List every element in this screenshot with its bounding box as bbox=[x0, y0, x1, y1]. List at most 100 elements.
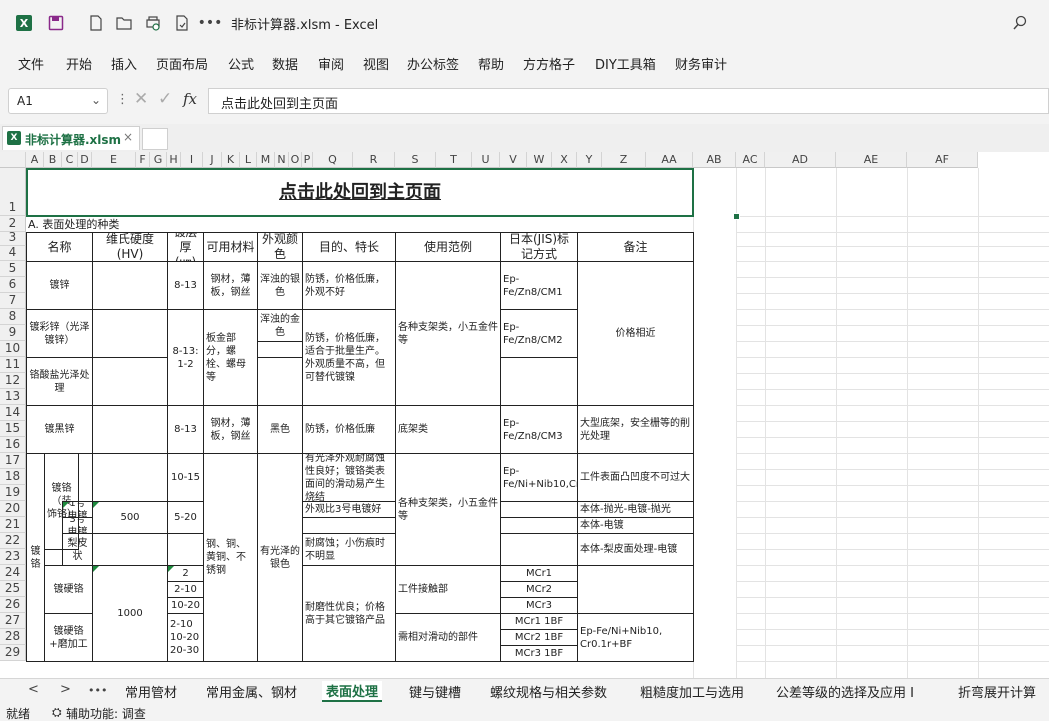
document-check-icon[interactable] bbox=[172, 13, 192, 33]
sheet-tab[interactable]: 公差等级的选择及应用 I bbox=[776, 682, 914, 701]
workbook-tab[interactable]: X 非标计算器.xlsm × bbox=[2, 126, 140, 150]
row-colorzinc-hardness[interactable] bbox=[92, 309, 168, 358]
header-color[interactable]: 外观颜色 bbox=[257, 232, 303, 262]
menu-page-layout[interactable]: 页面布局 bbox=[156, 54, 208, 73]
row-colorzinc-color-blank[interactable] bbox=[257, 341, 303, 358]
hardchrome-name[interactable]: 镀硬铬 bbox=[44, 565, 93, 614]
chrome-thick-blank[interactable] bbox=[167, 533, 204, 566]
row-header[interactable]: 12 bbox=[0, 373, 26, 389]
row-chromate-color[interactable] bbox=[257, 357, 303, 406]
hardchrome-hardness[interactable]: 1000 bbox=[92, 565, 168, 662]
hardgrind-remark[interactable]: Ep-Fe/Ni+Nib10, Cr0.1r+BF bbox=[577, 613, 694, 662]
column-header[interactable]: AE bbox=[836, 152, 907, 168]
accessibility-icon[interactable]: ⛭ bbox=[52, 705, 62, 720]
column-header[interactable]: A bbox=[26, 152, 44, 168]
chrome-color[interactable]: 有光泽的银色 bbox=[257, 453, 303, 662]
sheet-tab-active[interactable]: 表面处理 bbox=[322, 681, 383, 702]
menu-help[interactable]: 帮助 bbox=[478, 54, 504, 73]
row-blackzinc-thickness[interactable]: 8-13 bbox=[167, 405, 204, 454]
hardgrind-thick[interactable]: 2-10 10-20 20-30 bbox=[167, 613, 204, 662]
row-header[interactable]: 17 bbox=[0, 453, 26, 469]
column-header[interactable]: E bbox=[92, 152, 136, 168]
row-zinc-material[interactable]: 钢材，薄板，钢丝 bbox=[203, 261, 258, 310]
row-zinc-hardness[interactable] bbox=[92, 261, 168, 310]
column-header[interactable]: C bbox=[62, 152, 78, 168]
chrome-pear-label[interactable]: 梨皮状 bbox=[62, 533, 93, 566]
print-preview-icon[interactable] bbox=[143, 13, 163, 33]
column-header[interactable]: AD bbox=[765, 152, 836, 168]
chrome-material[interactable]: 钢、铜、黄铜、不锈钢 bbox=[203, 453, 258, 662]
row-header[interactable]: 19 bbox=[0, 485, 26, 501]
column-header[interactable]: D bbox=[78, 152, 92, 168]
column-header[interactable]: B bbox=[44, 152, 62, 168]
header-jis[interactable]: 日本(JIS)标记方式 bbox=[500, 232, 578, 262]
row-colorzinc-jis[interactable]: Ep-Fe/Zn8/CM2 bbox=[500, 309, 578, 358]
insert-function-icon[interactable]: fx bbox=[183, 90, 197, 108]
column-header[interactable]: Z bbox=[602, 152, 646, 168]
row-blackzinc-jis[interactable]: Ep-Fe/Zn8/CM3 bbox=[500, 405, 578, 454]
chrome-purpose-1[interactable]: 有光泽外观耐腐蚀性良好；镀铬类表面间的滑动易产生烧结 bbox=[302, 453, 396, 502]
header-material[interactable]: 可用材料 bbox=[203, 232, 258, 262]
chrome-jis-blank1[interactable] bbox=[500, 501, 578, 518]
more-sheets-button[interactable]: ••• bbox=[88, 684, 107, 697]
close-tab-icon[interactable]: × bbox=[123, 130, 133, 144]
comment-indicator-icon[interactable] bbox=[63, 502, 69, 508]
column-header[interactable]: O bbox=[289, 152, 302, 168]
hardchrome-usage[interactable]: 工件接触部 bbox=[395, 565, 501, 614]
chrome-no3-label[interactable]: 3号电镀 bbox=[62, 517, 93, 534]
row-header[interactable]: 11 bbox=[0, 357, 26, 373]
open-folder-icon[interactable] bbox=[114, 13, 134, 33]
row-zinc-thickness[interactable]: 8-13 bbox=[167, 261, 204, 310]
row-header[interactable]: 22 bbox=[0, 533, 26, 549]
menu-home[interactable]: 开始 bbox=[66, 54, 92, 73]
hardgrind-jis-3[interactable]: MCr3 1BF bbox=[500, 645, 578, 662]
sheet-tab[interactable]: 折弯展开计算 bbox=[958, 682, 1036, 701]
hardchrome-thick-3[interactable]: 10-20 bbox=[167, 597, 204, 614]
menu-finance-audit[interactable]: 财务审计 bbox=[675, 54, 727, 73]
select-all-corner[interactable] bbox=[0, 152, 26, 168]
chrome-jis-blank2[interactable] bbox=[500, 517, 578, 534]
menu-diy-toolbox[interactable]: DIY工具箱 bbox=[595, 54, 656, 73]
chrome-remark-4[interactable]: 本体-梨皮面处理-电镀 bbox=[577, 533, 694, 566]
hardgrind-jis-1[interactable]: MCr1 1BF bbox=[500, 613, 578, 630]
row-header[interactable]: 13 bbox=[0, 389, 26, 405]
column-header[interactable]: AC bbox=[736, 152, 765, 168]
column-header[interactable]: AF bbox=[907, 152, 978, 168]
hardchrome-remark[interactable] bbox=[577, 565, 694, 614]
sheet-tab[interactable]: 螺纹规格与相关参数 bbox=[490, 682, 607, 701]
row-zinc-color[interactable]: 浑浊的银色 bbox=[257, 261, 303, 310]
row-header[interactable]: 10 bbox=[0, 341, 26, 357]
chrome-jis-blank3[interactable] bbox=[500, 533, 578, 566]
sheet-tab[interactable]: 键与键槽 bbox=[409, 682, 461, 701]
row-header[interactable]: 25 bbox=[0, 581, 26, 597]
column-header[interactable]: W bbox=[527, 152, 552, 168]
row-chromate-hardness[interactable] bbox=[92, 357, 168, 406]
sheet-tab[interactable]: 粗糙度加工与选用 bbox=[640, 682, 744, 701]
menu-view[interactable]: 视图 bbox=[363, 54, 389, 73]
new-workbook-tab-button[interactable] bbox=[142, 128, 168, 150]
row-header[interactable]: 28 bbox=[0, 629, 26, 645]
row-header[interactable]: 1 bbox=[0, 168, 26, 216]
more-options-icon[interactable]: ⋮ bbox=[116, 92, 129, 107]
row-blackzinc-usage[interactable]: 底架类 bbox=[395, 405, 501, 454]
more-commands-icon[interactable]: ••• bbox=[198, 13, 223, 33]
comment-indicator-icon[interactable] bbox=[168, 566, 174, 572]
row-header[interactable]: 23 bbox=[0, 549, 26, 565]
row-blackzinc-hardness[interactable] bbox=[92, 405, 168, 454]
row-header[interactable]: 5 bbox=[0, 261, 26, 277]
row-header[interactable]: 15 bbox=[0, 421, 26, 437]
header-purpose[interactable]: 目的、特长 bbox=[302, 232, 396, 262]
section-heading[interactable]: A. 表面处理的种类 bbox=[26, 216, 694, 233]
row-header[interactable]: 29 bbox=[0, 645, 26, 661]
column-header[interactable]: P bbox=[302, 152, 313, 168]
hardgrind-name[interactable]: 镀硬铬+磨加工 bbox=[44, 613, 93, 662]
chrome-remark-3[interactable]: 本体-电镀 bbox=[577, 517, 694, 534]
row-header[interactable]: 4 bbox=[0, 245, 26, 261]
chrome-purpose-2[interactable]: 外观比3号电镀好 bbox=[302, 501, 396, 518]
column-header[interactable]: H bbox=[167, 152, 181, 168]
chrome-deco-blank[interactable] bbox=[78, 453, 93, 502]
chrome-hardness-blank2[interactable] bbox=[92, 533, 168, 566]
chrome-group-label[interactable]: 镀铬 bbox=[26, 453, 45, 662]
row-zinc-name[interactable]: 镀锌 bbox=[26, 261, 93, 310]
row-header[interactable]: 24 bbox=[0, 565, 26, 581]
